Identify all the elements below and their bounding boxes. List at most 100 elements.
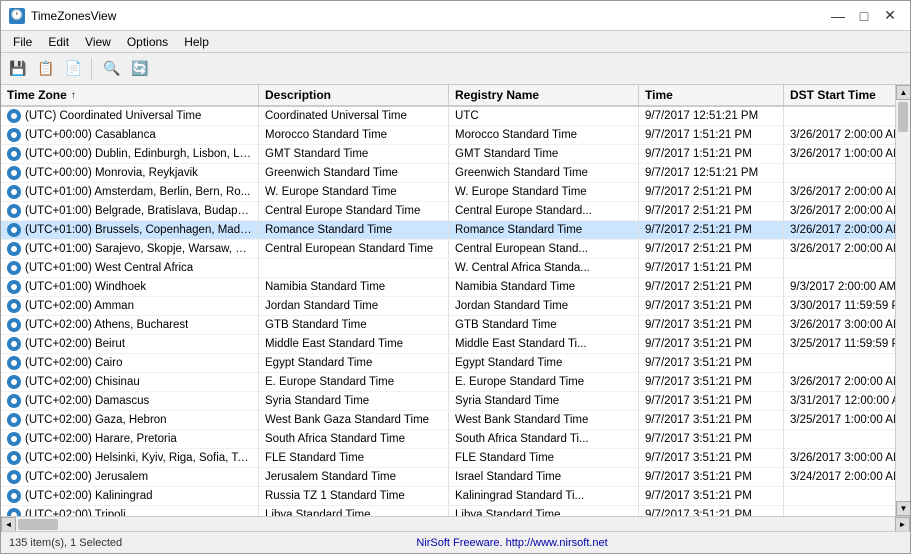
- table-cell: 3/26/2017 2:00:00 AM: [784, 202, 895, 220]
- scroll-left-button[interactable]: ◄: [1, 517, 16, 532]
- col-header-dst[interactable]: DST Start Time: [784, 85, 895, 105]
- window-title: TimeZonesView: [31, 9, 116, 23]
- maximize-button[interactable]: □: [852, 6, 876, 26]
- menu-bar: File Edit View Options Help: [1, 31, 910, 53]
- table-row[interactable]: (UTC+02:00) JerusalemJerusalem Standard …: [1, 468, 895, 487]
- col-header-description[interactable]: Description: [259, 85, 449, 105]
- timezone-icon: [7, 242, 21, 256]
- scroll-up-button[interactable]: ▲: [896, 85, 910, 100]
- timezone-icon: [7, 451, 21, 465]
- sort-arrow: ↑: [71, 90, 76, 101]
- close-button[interactable]: ✕: [878, 6, 902, 26]
- scroll-thumb-v[interactable]: [898, 102, 908, 132]
- table-cell: [259, 259, 449, 277]
- table-row[interactable]: (UTC+02:00) TripoliLibya Standard TimeLi…: [1, 506, 895, 516]
- timezone-icon: [7, 223, 21, 237]
- table-cell: Romance Standard Time: [259, 221, 449, 239]
- table-cell: GTB Standard Time: [259, 316, 449, 334]
- scroll-track-h[interactable]: [16, 517, 895, 531]
- table-cell: Libya Standard Time: [449, 506, 639, 516]
- table-row[interactable]: (UTC+02:00) BeirutMiddle East Standard T…: [1, 335, 895, 354]
- table-row[interactable]: (UTC+02:00) AmmanJordan Standard TimeJor…: [1, 297, 895, 316]
- table-cell: 9/7/2017 3:51:21 PM: [639, 316, 784, 334]
- table-cell: 9/7/2017 3:51:21 PM: [639, 392, 784, 410]
- table-cell: Greenwich Standard Time: [449, 164, 639, 182]
- toolbar-copy[interactable]: 📋: [33, 56, 59, 82]
- menu-options[interactable]: Options: [119, 33, 176, 51]
- table-cell: Jordan Standard Time: [449, 297, 639, 315]
- table-cell: 9/7/2017 2:51:21 PM: [639, 183, 784, 201]
- table-cell: Central European Standard Time: [259, 240, 449, 258]
- table-row[interactable]: (UTC+02:00) Athens, BucharestGTB Standar…: [1, 316, 895, 335]
- scroll-down-button[interactable]: ▼: [896, 501, 910, 516]
- vertical-scrollbar[interactable]: ▲ ▼: [895, 85, 910, 516]
- scroll-right-button[interactable]: ►: [895, 517, 910, 532]
- table-row[interactable]: (UTC+01:00) Brussels, Copenhagen, Madri.…: [1, 221, 895, 240]
- table-cell: GTB Standard Time: [449, 316, 639, 334]
- table-row[interactable]: (UTC+02:00) Gaza, HebronWest Bank Gaza S…: [1, 411, 895, 430]
- table-row[interactable]: (UTC) Coordinated Universal TimeCoordina…: [1, 107, 895, 126]
- minimize-button[interactable]: —: [826, 6, 850, 26]
- table-row[interactable]: (UTC+01:00) WindhoekNamibia Standard Tim…: [1, 278, 895, 297]
- toolbar-refresh[interactable]: 🔄: [127, 56, 153, 82]
- table-row[interactable]: (UTC+01:00) West Central AfricaW. Centra…: [1, 259, 895, 278]
- table-row[interactable]: (UTC+02:00) Harare, PretoriaSouth Africa…: [1, 430, 895, 449]
- table-cell: 3/26/2017 3:00:00 AM: [784, 449, 895, 467]
- menu-help[interactable]: Help: [176, 33, 217, 51]
- toolbar-save[interactable]: 💾: [5, 56, 31, 82]
- table-row[interactable]: (UTC+02:00) Helsinki, Kyiv, Riga, Sofia,…: [1, 449, 895, 468]
- table-cell: (UTC+01:00) Brussels, Copenhagen, Madri.…: [1, 221, 259, 239]
- table-cell: 3/31/2017 12:00:00 AM: [784, 392, 895, 410]
- table-cell: [784, 259, 895, 277]
- table-row[interactable]: (UTC+01:00) Belgrade, Bratislava, Budape…: [1, 202, 895, 221]
- menu-view[interactable]: View: [77, 33, 119, 51]
- table-row[interactable]: (UTC+02:00) DamascusSyria Standard TimeS…: [1, 392, 895, 411]
- toolbar-search[interactable]: 🔍: [99, 56, 125, 82]
- table-cell: Syria Standard Time: [449, 392, 639, 410]
- table-cell: (UTC+02:00) Chisinau: [1, 373, 259, 391]
- table-cell: Russia TZ 1 Standard Time: [259, 487, 449, 505]
- status-nirsoft: NirSoft Freeware. http://www.nirsoft.net: [122, 537, 902, 549]
- horizontal-scroll-area: ◄ ►: [1, 516, 910, 531]
- table-row[interactable]: (UTC+02:00) KaliningradRussia TZ 1 Stand…: [1, 487, 895, 506]
- table-cell: 3/30/2017 11:59:59 PM: [784, 297, 895, 315]
- table-row[interactable]: (UTC+00:00) Monrovia, Reykjavik Greenwich…: [1, 164, 895, 183]
- table-cell: Namibia Standard Time: [449, 278, 639, 296]
- table-cell: Middle East Standard Ti...: [449, 335, 639, 353]
- table-cell: 9/7/2017 3:51:21 PM: [639, 430, 784, 448]
- scroll-track-v[interactable]: [896, 100, 910, 501]
- table-row[interactable]: (UTC+02:00) ChisinauE. Europe Standard T…: [1, 373, 895, 392]
- table-cell: FLE Standard Time: [259, 449, 449, 467]
- col-header-timezone[interactable]: Time Zone ↑: [1, 85, 259, 105]
- table-cell: [784, 107, 895, 125]
- col-header-time[interactable]: Time: [639, 85, 784, 105]
- table-cell: [784, 354, 895, 372]
- table-cell: (UTC+00:00) Monrovia, Reykjavik: [1, 164, 259, 182]
- table-cell: 9/7/2017 3:51:21 PM: [639, 487, 784, 505]
- menu-edit[interactable]: Edit: [40, 33, 77, 51]
- timezone-icon: [7, 299, 21, 313]
- scroll-thumb-h[interactable]: [18, 519, 58, 530]
- table-cell: 3/26/2017 2:00:00 AM: [784, 373, 895, 391]
- table-cell: (UTC+01:00) Belgrade, Bratislava, Budape…: [1, 202, 259, 220]
- table-row[interactable]: (UTC+00:00) Dublin, Edinburgh, Lisbon, L…: [1, 145, 895, 164]
- table-cell: Central Europe Standard...: [449, 202, 639, 220]
- toolbar-new[interactable]: 📄: [61, 56, 87, 82]
- table-cell: 3/26/2017 2:00:00 AM: [784, 183, 895, 201]
- col-header-registry[interactable]: Registry Name: [449, 85, 639, 105]
- table-row[interactable]: (UTC+01:00) Sarajevo, Skopje, Warsaw, Za…: [1, 240, 895, 259]
- table-cell: (UTC+02:00) Cairo: [1, 354, 259, 372]
- table-row[interactable]: (UTC+01:00) Amsterdam, Berlin, Bern, Ro.…: [1, 183, 895, 202]
- table-cell: 9/7/2017 12:51:21 PM: [639, 164, 784, 182]
- timezone-icon: [7, 166, 21, 180]
- table-row[interactable]: (UTC+02:00) CairoEgypt Standard TimeEgyp…: [1, 354, 895, 373]
- table-cell: FLE Standard Time: [449, 449, 639, 467]
- table-cell: 3/26/2017 3:00:00 AM: [784, 316, 895, 334]
- table-cell: 3/25/2017 1:00:00 AM: [784, 411, 895, 429]
- table-row[interactable]: (UTC+00:00) CasablancaMorocco Standard T…: [1, 126, 895, 145]
- table-cell: [784, 430, 895, 448]
- menu-file[interactable]: File: [5, 33, 40, 51]
- table-cell: W. Central Africa Standa...: [449, 259, 639, 277]
- timezone-icon: [7, 128, 21, 142]
- table-cell: (UTC+02:00) Kaliningrad: [1, 487, 259, 505]
